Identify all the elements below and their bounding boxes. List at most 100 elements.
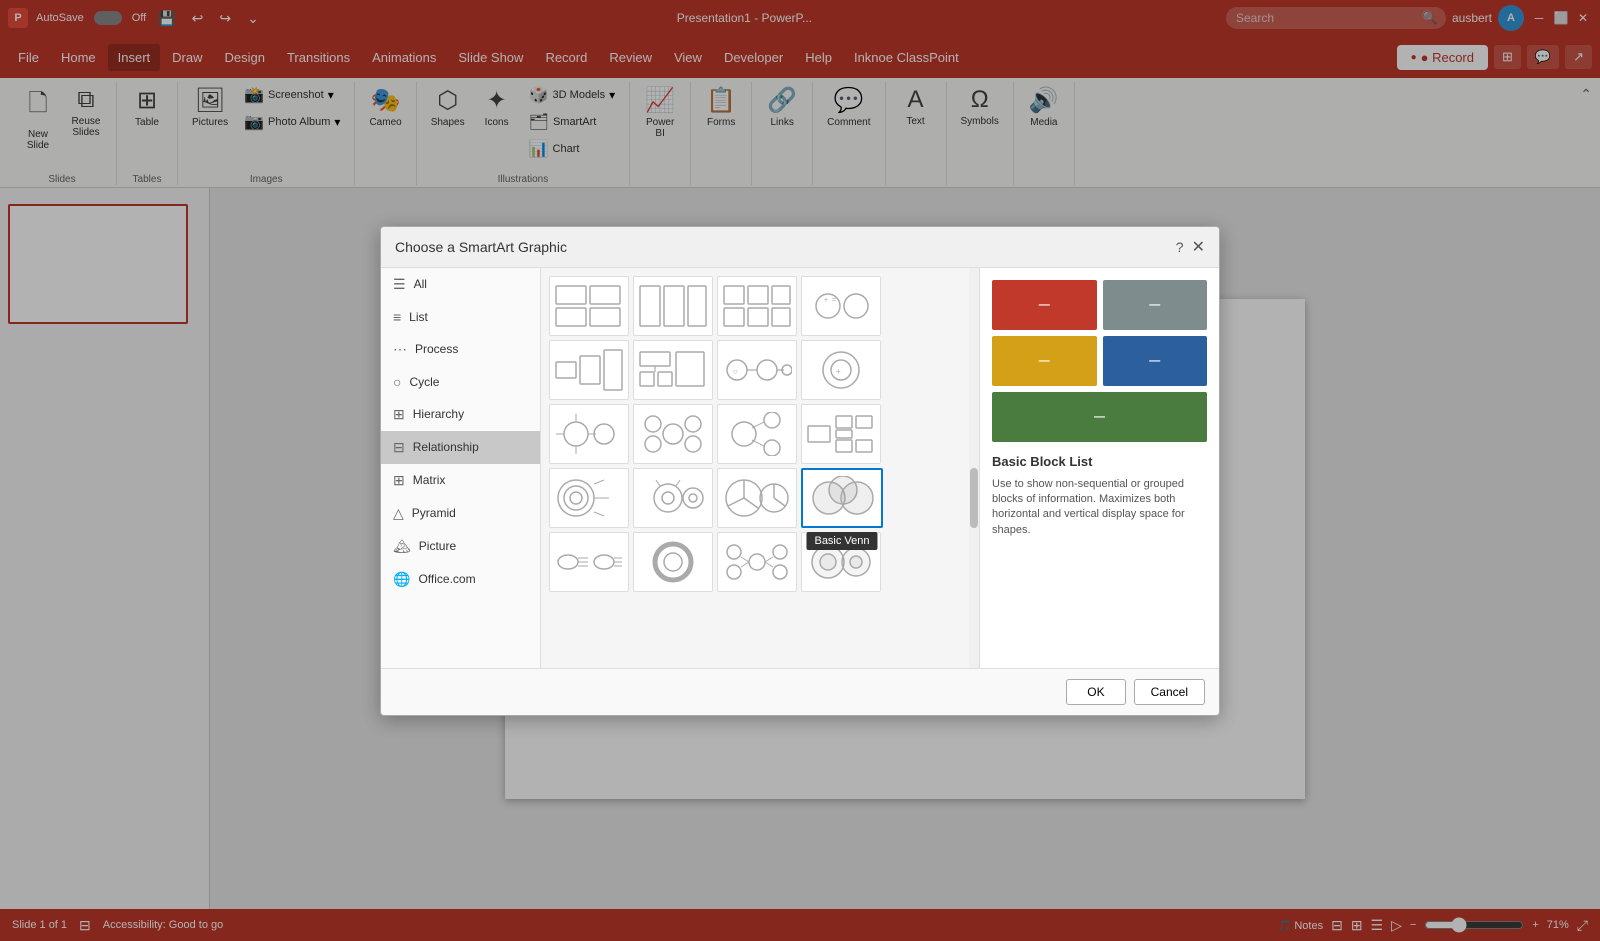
- smartart-item-empty[interactable]: [801, 532, 881, 592]
- smartart-item-12[interactable]: [801, 404, 881, 464]
- cancel-button[interactable]: Cancel: [1134, 679, 1205, 705]
- smartart-row-3: [549, 404, 971, 464]
- smartart-item-3[interactable]: [717, 276, 797, 336]
- smartart-item-basic-venn[interactable]: Basic Venn: [801, 468, 883, 528]
- preview-block-yellow: —: [992, 336, 1097, 386]
- officecom-label: Office.com: [418, 572, 475, 586]
- smartart-item-ring[interactable]: [633, 532, 713, 592]
- smartart-item-7[interactable]: ○: [717, 340, 797, 400]
- smartart-svg-gear: [638, 476, 708, 520]
- dialog-sidebar: ☰ All ≡ List ⋯ Process ○ Cycle ⊞ Hiera: [381, 268, 541, 668]
- smartart-svg-11: [722, 412, 792, 456]
- process-label: Process: [415, 342, 458, 356]
- smartart-svg-pie: [722, 476, 792, 520]
- dialog-footer: OK Cancel: [381, 668, 1219, 715]
- ok-button[interactable]: OK: [1066, 679, 1125, 705]
- pyramid-label: Pyramid: [412, 506, 456, 520]
- dialog-close-button[interactable]: ✕: [1192, 237, 1205, 257]
- sidebar-item-hierarchy[interactable]: ⊞ Hierarchy: [381, 398, 540, 431]
- smartart-item-11[interactable]: [717, 404, 797, 464]
- sidebar-item-pyramid[interactable]: △ Pyramid: [381, 497, 540, 530]
- pyramid-icon: △: [393, 505, 404, 522]
- smartart-svg-oval-list: [554, 540, 624, 584]
- smartart-item-target[interactable]: [549, 468, 629, 528]
- smartart-item-9[interactable]: [549, 404, 629, 464]
- smartart-svg-radial: [722, 540, 792, 584]
- cycle-label: Cycle: [409, 375, 439, 389]
- smartart-svg-7: ○: [722, 348, 792, 392]
- content-scrollbar[interactable]: [969, 268, 979, 668]
- smartart-svg-5: [554, 348, 624, 392]
- smartart-svg-1: [554, 284, 624, 328]
- smartart-item-4[interactable]: + =: [801, 276, 881, 336]
- all-label: All: [414, 277, 427, 291]
- sidebar-item-all[interactable]: ☰ All: [381, 268, 540, 301]
- sidebar-item-picture[interactable]: 🏔 Picture: [381, 530, 540, 563]
- preview-block-gray: —: [1103, 280, 1208, 330]
- smartart-item-gear[interactable]: [633, 468, 713, 528]
- smartart-item-1[interactable]: [549, 276, 629, 336]
- smartart-svg-target: [554, 476, 624, 520]
- smartart-svg-empty: [806, 540, 876, 584]
- dialog-overlay: Choose a SmartArt Graphic ? ✕ ☰ All ≡ Li…: [0, 0, 1600, 941]
- smartart-svg-3: [722, 284, 792, 328]
- dialog-content: + =: [541, 268, 979, 668]
- smartart-svg-ring: [638, 540, 708, 584]
- list-label: List: [409, 310, 428, 324]
- dialog-title-icons: ? ✕: [1176, 237, 1205, 257]
- dialog-body: ☰ All ≡ List ⋯ Process ○ Cycle ⊞ Hiera: [381, 268, 1219, 668]
- smartart-item-radial[interactable]: [717, 532, 797, 592]
- smartart-row-5: [549, 532, 971, 592]
- smartart-svg-8: +: [806, 348, 876, 392]
- smartart-item-2[interactable]: [633, 276, 713, 336]
- preview-block-blue: —: [1103, 336, 1208, 386]
- smartart-dialog: Choose a SmartArt Graphic ? ✕ ☰ All ≡ Li…: [380, 226, 1220, 716]
- svg-text:=: =: [832, 297, 836, 304]
- sidebar-item-relationship[interactable]: ⊟ Relationship: [381, 431, 540, 464]
- svg-text:○: ○: [733, 367, 738, 376]
- svg-text:+: +: [824, 297, 828, 304]
- smartart-svg-10: [638, 412, 708, 456]
- smartart-svg-6: [638, 348, 708, 392]
- dialog-title: Choose a SmartArt Graphic: [395, 239, 567, 255]
- hierarchy-label: Hierarchy: [413, 407, 464, 421]
- picture-label: Picture: [419, 539, 456, 553]
- smartart-row-2: ○ +: [549, 340, 971, 400]
- preview-title: Basic Block List: [992, 454, 1207, 469]
- smartart-svg-9: [554, 412, 624, 456]
- preview-block-orange: —: [992, 280, 1097, 330]
- smartart-svg-2: [638, 284, 708, 328]
- sidebar-item-list[interactable]: ≡ List: [381, 301, 540, 333]
- content-scrollbar-thumb: [970, 468, 978, 528]
- dialog-preview: — — — — — Basic Block List U: [979, 268, 1219, 668]
- sidebar-item-process[interactable]: ⋯ Process: [381, 333, 540, 366]
- smartart-svg-basic-venn: [807, 476, 877, 520]
- matrix-label: Matrix: [413, 473, 446, 487]
- sidebar-item-cycle[interactable]: ○ Cycle: [381, 366, 540, 398]
- preview-desc: Use to show non-sequential or grouped bl…: [992, 477, 1207, 539]
- smartart-item-8[interactable]: +: [801, 340, 881, 400]
- sidebar-item-officecom[interactable]: 🌐 Office.com: [381, 563, 540, 596]
- smartart-item-oval-list[interactable]: [549, 532, 629, 592]
- sidebar-item-matrix[interactable]: ⊞ Matrix: [381, 464, 540, 497]
- smartart-item-6[interactable]: [633, 340, 713, 400]
- preview-graphic: — — — — —: [992, 280, 1207, 442]
- dialog-title-bar: Choose a SmartArt Graphic ? ✕: [381, 227, 1219, 268]
- svg-text:+: +: [836, 367, 841, 376]
- relationship-label: Relationship: [413, 440, 479, 454]
- smartart-row-1: + =: [549, 276, 971, 336]
- preview-block-green: —: [992, 392, 1207, 442]
- dialog-help-icon[interactable]: ?: [1176, 239, 1184, 255]
- smartart-item-5[interactable]: [549, 340, 629, 400]
- all-icon: ☰: [393, 276, 406, 293]
- smartart-svg-12: [806, 412, 876, 456]
- smartart-item-10[interactable]: [633, 404, 713, 464]
- list-icon: ≡: [393, 309, 401, 325]
- picture-icon: 🏔: [393, 538, 411, 555]
- relationship-icon: ⊟: [393, 439, 405, 456]
- smartart-svg-4: + =: [806, 284, 876, 328]
- smartart-row-4: Basic Venn: [549, 468, 971, 528]
- smartart-item-pie[interactable]: [717, 468, 797, 528]
- matrix-icon: ⊞: [393, 472, 405, 489]
- officecom-icon: 🌐: [393, 571, 410, 588]
